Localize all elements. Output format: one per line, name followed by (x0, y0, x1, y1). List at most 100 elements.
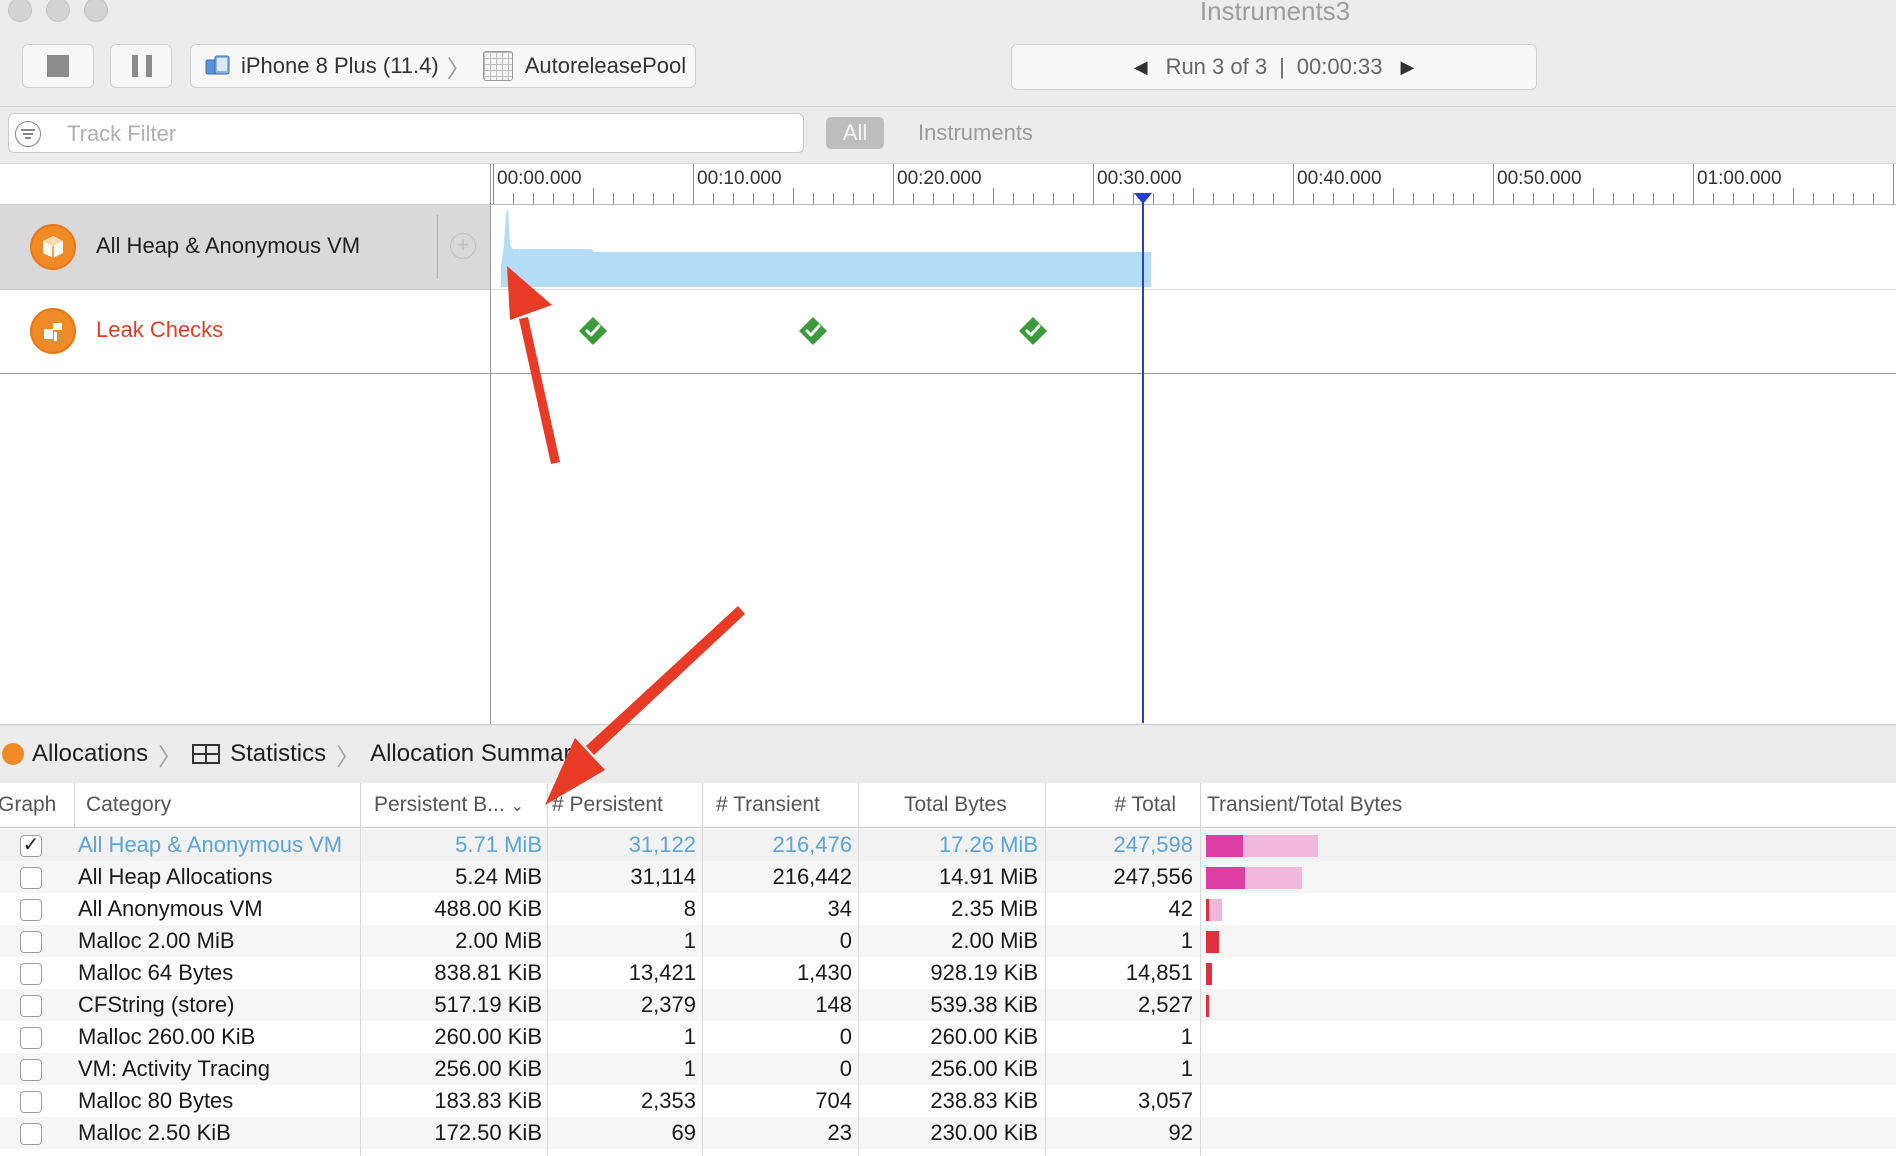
allocation-graph[interactable] (491, 205, 1896, 290)
previous-run-icon[interactable]: ◀ (1134, 57, 1148, 78)
ruler-minor-tick (513, 193, 514, 204)
persistent-count-cell: 31,114 (630, 864, 696, 889)
filter-bar: All Instruments (0, 107, 1896, 164)
table-row[interactable]: VM: Activity Tracing 256.00 KiB 1 0 256.00 K… (0, 1053, 1896, 1085)
graph-checkbox[interactable] (20, 1123, 42, 1145)
persistent-bytes-cell: 172.50 KiB (434, 1120, 542, 1145)
playhead[interactable] (1142, 197, 1144, 723)
ruler-minor-tick (993, 188, 994, 204)
column-persistent-bytes[interactable]: Persistent B... ⌄ (374, 783, 538, 827)
timeline-empty-area[interactable] (491, 374, 1896, 723)
table-row[interactable]: Malloc 64 Bytes 838.81 KiB 13,421 1,430 928.… (0, 957, 1896, 989)
ruler-tick-label: 01:00.000 (1697, 168, 1782, 189)
track-leak-checks[interactable]: Leak Checks (0, 290, 491, 374)
breadcrumb-allocation-summary[interactable]: Allocation Summary (370, 740, 583, 768)
ruler-minor-tick (1753, 193, 1754, 204)
ruler-minor-tick (813, 193, 814, 204)
track-list-divider (490, 164, 491, 724)
column-total[interactable]: # Total (1060, 783, 1177, 827)
graph-checkbox[interactable] (20, 995, 42, 1017)
zoom-window-button[interactable] (84, 0, 108, 22)
close-window-button[interactable] (8, 0, 32, 22)
graph-checkbox[interactable] (20, 1059, 42, 1081)
transient-count-cell: 34 (827, 896, 852, 921)
next-run-icon[interactable]: ▶ (1400, 57, 1414, 78)
ruler-tick-label: 00:10.000 (697, 168, 782, 189)
ruler-minor-tick (1073, 193, 1074, 204)
ruler-tick-label: 00:40.000 (1297, 168, 1382, 189)
track-all-heap[interactable]: All Heap & Anonymous VM + (0, 205, 491, 290)
graph-checkbox[interactable]: ✓ (20, 835, 42, 857)
category-cell: Malloc 2.00 MiB (78, 928, 235, 953)
breadcrumb-allocations[interactable]: Allocations (32, 740, 148, 768)
column-total-bytes[interactable]: Total Bytes (904, 783, 1044, 827)
persistent-bytes-bar (1206, 867, 1246, 889)
scope-all-button[interactable]: All (826, 117, 884, 149)
ruler-major-tick (1693, 164, 1694, 204)
graph-checkbox[interactable] (20, 931, 42, 953)
graph-checkbox[interactable] (20, 1091, 42, 1113)
persistent-count-cell: 1 (683, 1024, 696, 1049)
ruler-tick-label: 00:20.000 (897, 168, 982, 189)
plus-circle-icon[interactable]: + (450, 233, 476, 259)
table-row[interactable]: Malloc 80 Bytes 183.83 KiB 2,353 704 238.83 … (0, 1085, 1896, 1117)
graph-checkbox[interactable] (20, 1027, 42, 1049)
pause-icon (132, 55, 138, 77)
breadcrumb-statistics[interactable]: Statistics (230, 740, 326, 768)
total-count-cell: 1 (1180, 1056, 1193, 1081)
track-filter-field[interactable] (8, 113, 804, 154)
total-count-cell: 247,598 (1113, 832, 1193, 857)
ruler-minor-tick (1813, 193, 1814, 204)
persistent-bytes-bar (1206, 995, 1210, 1017)
table-row[interactable]: Malloc 260.00 KiB 260.00 KiB 1 0 260.00 KiB 1 (0, 1021, 1896, 1053)
ruler-minor-tick (733, 193, 734, 204)
checkmark-diamond-icon[interactable] (578, 316, 608, 346)
track-filter-input[interactable] (65, 114, 789, 154)
leak-checks-lane[interactable] (491, 290, 1896, 374)
checkmark-diamond-icon[interactable] (798, 316, 828, 346)
column-persistent-count[interactable]: # Persistent (552, 783, 702, 827)
leaks-instrument-icon (30, 308, 76, 354)
minimize-window-button[interactable] (46, 0, 70, 22)
table-row[interactable]: Malloc 2.00 MiB 2.00 MiB 1 0 2.00 MiB 1 (0, 925, 1896, 957)
ruler-minor-tick (973, 193, 974, 204)
category-cell: All Heap & Anonymous VM (78, 832, 343, 857)
persistent-bytes-cell: 2.00 MiB (455, 928, 542, 953)
transient-count-cell: 216,476 (772, 832, 852, 857)
track-list-empty-area (0, 374, 490, 723)
table-row[interactable]: CFString (store) 517.19 KiB 2,379 148 539.38… (0, 989, 1896, 1021)
run-separator: | (1279, 54, 1285, 79)
stop-recording-button[interactable] (22, 44, 94, 88)
column-category[interactable]: Category (86, 783, 356, 827)
table-header: Graph Category Persistent B... ⌄ # Persi… (0, 783, 1896, 828)
template-name: AutoreleasePool (524, 53, 687, 78)
target-selector[interactable]: iPhone 8 Plus (11.4) 〉 AutoreleasePool (190, 44, 696, 88)
total-bytes-cell: 539.38 KiB (930, 992, 1038, 1017)
pause-button[interactable] (110, 44, 172, 88)
ruler-minor-tick (1013, 193, 1014, 204)
column-graph[interactable]: Graph (0, 783, 68, 827)
persistent-bytes-cell: 838.81 KiB (434, 960, 542, 985)
table-row[interactable]: ✓ All Heap & Anonymous VM 5.71 MiB 31,122 21… (0, 829, 1896, 861)
column-transient[interactable]: # Transient (716, 783, 856, 827)
checkmark-diamond-icon[interactable] (1018, 316, 1048, 346)
category-cell: Malloc 2.50 KiB (78, 1120, 231, 1145)
time-ruler[interactable]: 00:00.000 00:10.000 00:20.000 00:30.000 00:4… (491, 164, 1896, 205)
ruler-minor-tick (1713, 193, 1714, 204)
graph-checkbox[interactable] (20, 867, 42, 889)
scope-instruments-button[interactable]: Instruments (918, 117, 1033, 149)
table-row[interactable]: All Heap Allocations 5.24 MiB 31,114 216,44… (0, 861, 1896, 893)
ruler-minor-tick (633, 193, 634, 204)
column-transient-total-bytes[interactable]: Transient/Total Bytes (1207, 783, 1527, 827)
graph-checkbox[interactable] (20, 899, 42, 921)
persistent-count-cell: 69 (671, 1120, 696, 1145)
graph-checkbox[interactable] (20, 963, 42, 985)
run-time: 00:00:33 (1296, 54, 1383, 79)
category-cell: Malloc 260.00 KiB (78, 1024, 256, 1049)
table-row[interactable]: Malloc 2.50 KiB 172.50 KiB 69 23 230.00 KiB 9… (0, 1117, 1896, 1149)
table-row[interactable]: All Anonymous VM 488.00 KiB 8 34 2.35 MiB 42 (0, 893, 1896, 926)
window-title: Instruments3 (1199, 0, 1351, 26)
ruler-minor-tick (673, 193, 674, 204)
playhead-handle-icon[interactable] (1134, 193, 1152, 204)
persistent-bytes-bar (1206, 835, 1243, 857)
